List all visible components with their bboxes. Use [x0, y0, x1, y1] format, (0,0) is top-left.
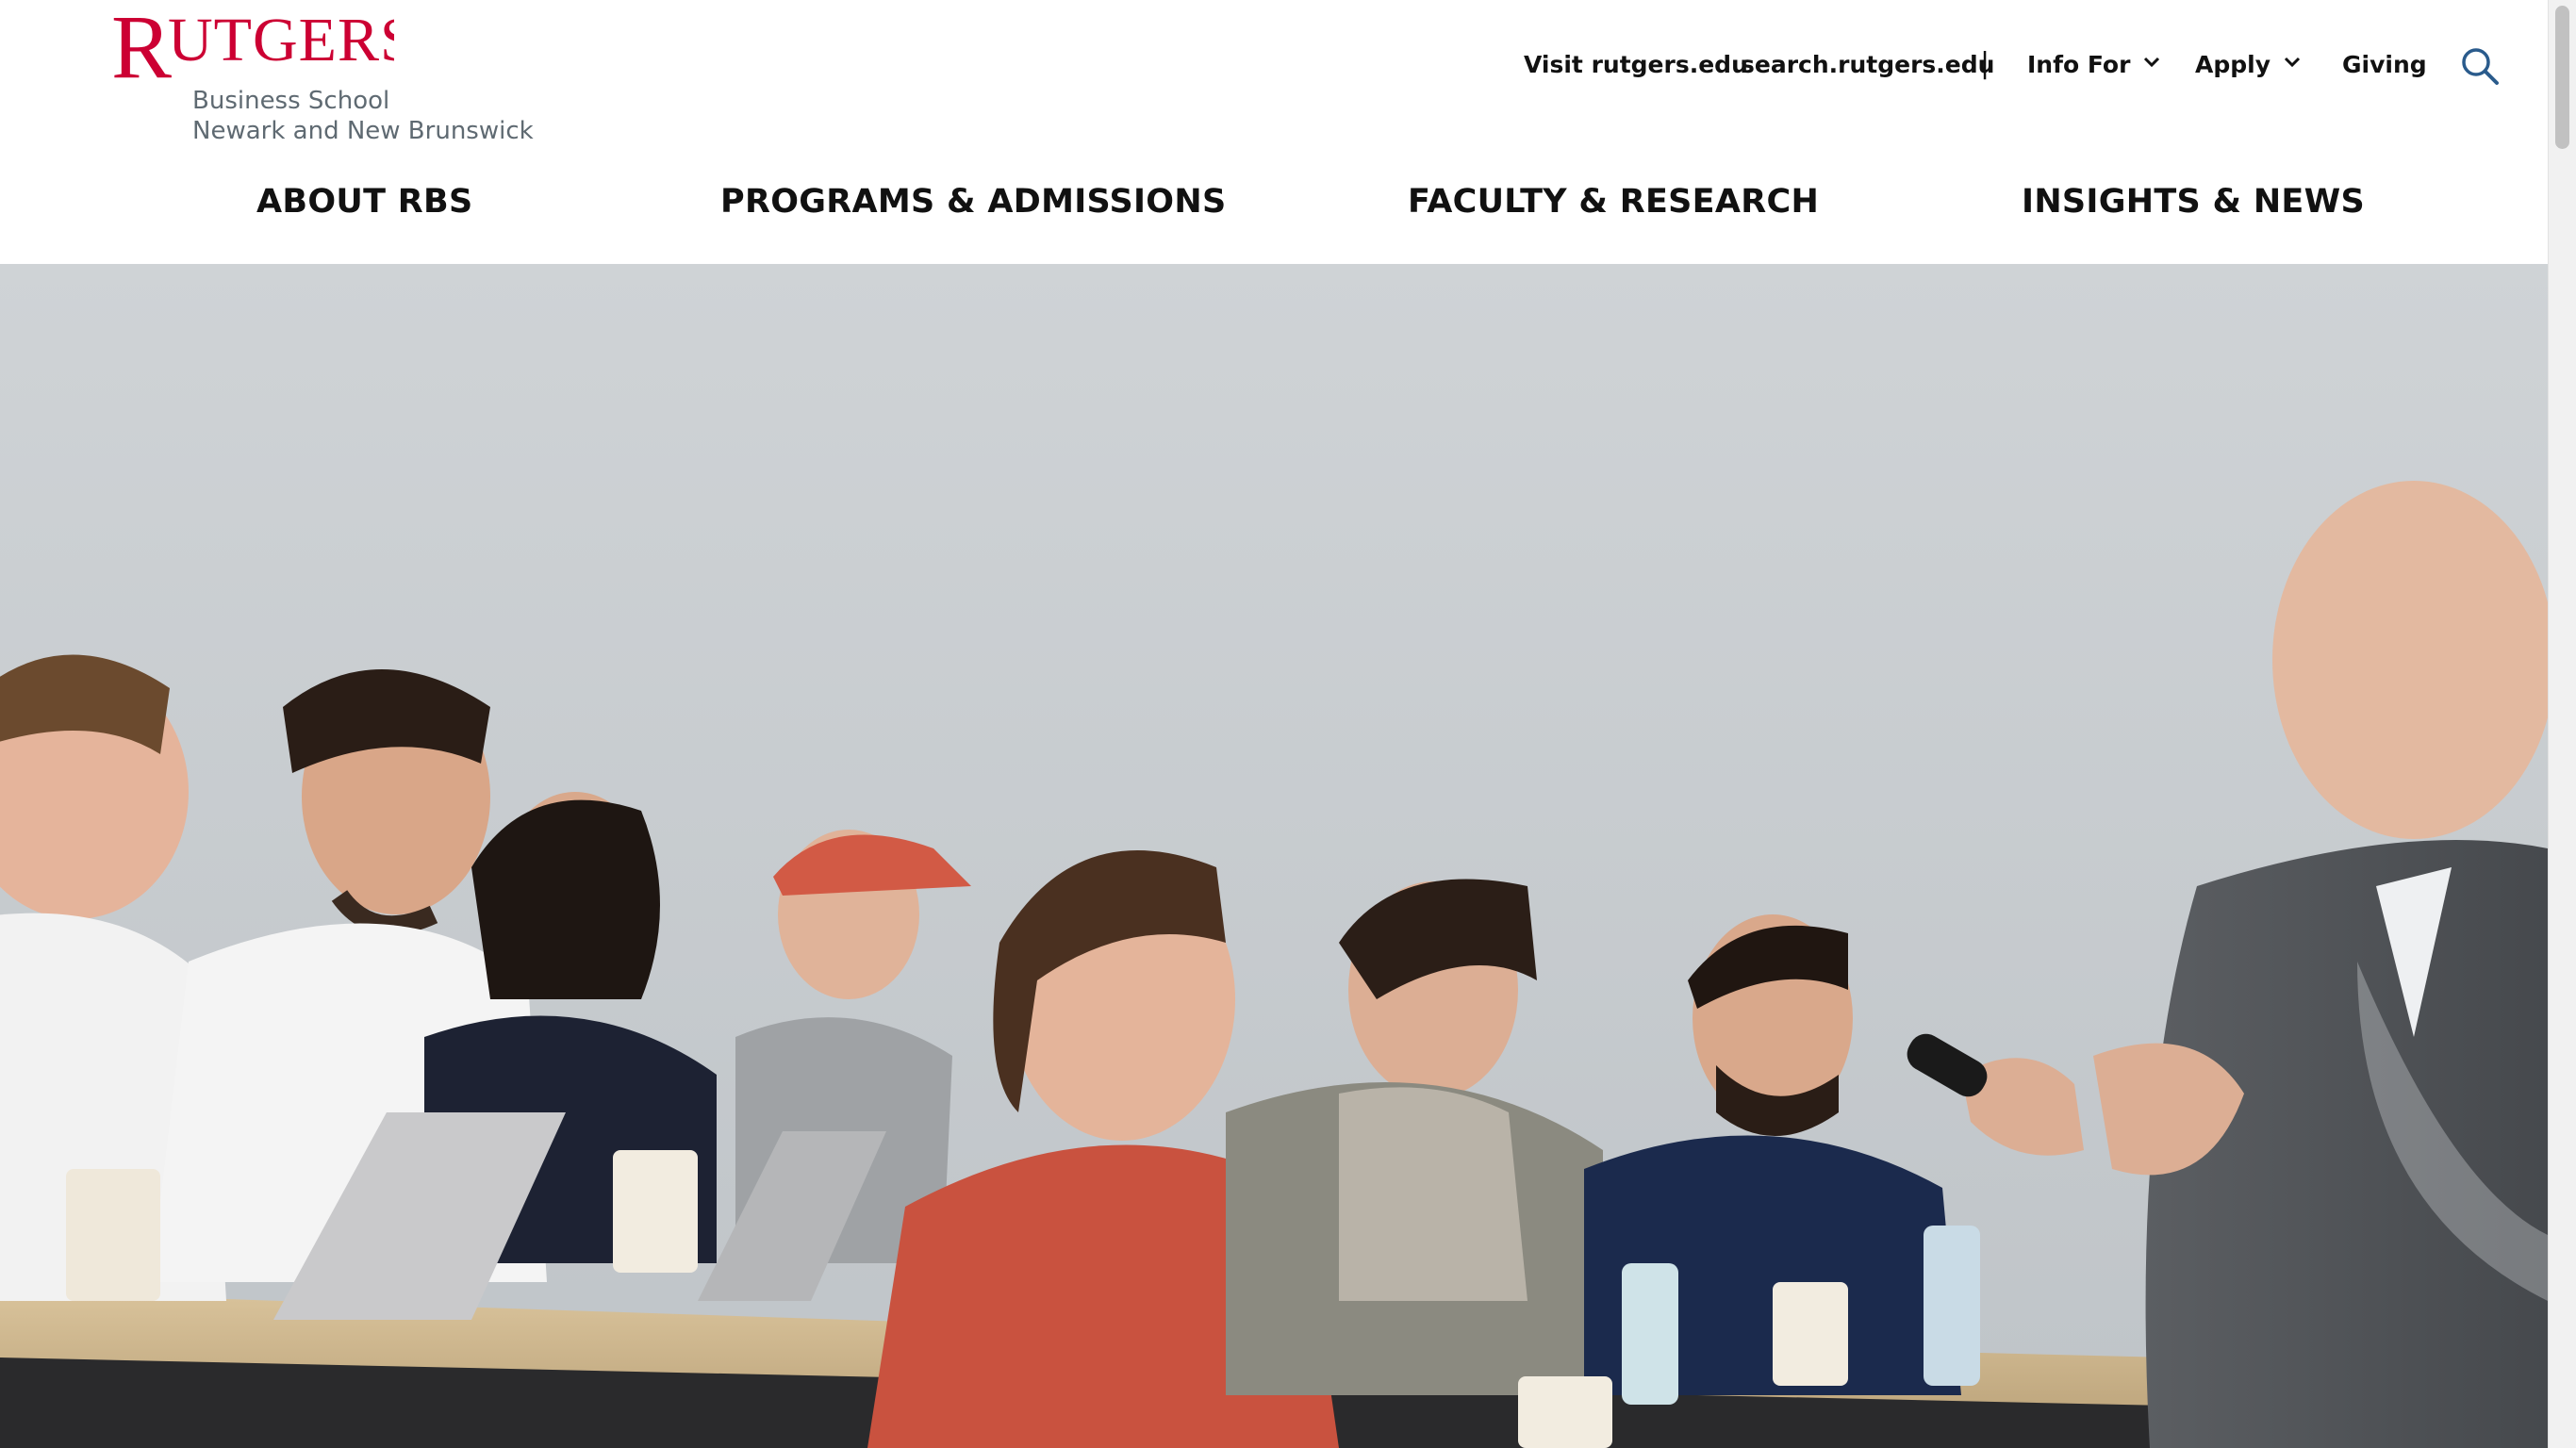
- nav-about-rbs[interactable]: ABOUT RBS: [256, 177, 473, 226]
- page-scrollbar[interactable]: [2548, 0, 2576, 1448]
- giving-link[interactable]: Giving: [2342, 49, 2427, 81]
- search-button[interactable]: [2459, 45, 2501, 87]
- chevron-down-icon: [2284, 44, 2301, 76]
- nav-faculty-research[interactable]: FACULTY & RESEARCH: [1408, 177, 1819, 226]
- search-icon: [2462, 48, 2499, 85]
- svg-text:R: R: [111, 8, 173, 92]
- site-header: R UTGERS Business School Newark and New …: [0, 0, 2548, 264]
- logo-subtitle-line1: Business School: [192, 87, 390, 115]
- page: R UTGERS Business School Newark and New …: [0, 0, 2576, 1448]
- nav-programs-admissions[interactable]: PROGRAMS & ADMISSIONS: [720, 177, 1226, 226]
- nav-insights-news[interactable]: INSIGHTS & NEWS: [2022, 177, 2365, 226]
- apply-dropdown[interactable]: Apply: [2195, 49, 2301, 82]
- utility-divider: |: [1980, 47, 1990, 80]
- chevron-down-icon: [2143, 44, 2160, 76]
- main-navigation: ABOUT RBS PROGRAMS & ADMISSIONS FACULTY …: [0, 177, 2548, 230]
- info-for-dropdown[interactable]: Info For: [2027, 49, 2160, 82]
- info-for-label: Info For: [2027, 51, 2131, 78]
- scrollbar-thumb[interactable]: [2555, 6, 2569, 149]
- hero-image: [0, 264, 2548, 1448]
- logo-wordmark-graphic: R UTGERS: [111, 0, 415, 97]
- logo-subtitle-line2: Newark and New Brunswick: [192, 117, 534, 145]
- apply-label: Apply: [2195, 51, 2271, 78]
- rutgers-business-school-logo[interactable]: R UTGERS Business School Newark and New …: [111, 0, 534, 145]
- search-rutgers-link[interactable]: search.rutgers.edu: [1741, 49, 1994, 81]
- classroom-photo: [0, 264, 2548, 1448]
- svg-text:UTGERS: UTGERS: [168, 8, 394, 74]
- visit-rutgers-link[interactable]: Visit rutgers.edu: [1524, 49, 1748, 81]
